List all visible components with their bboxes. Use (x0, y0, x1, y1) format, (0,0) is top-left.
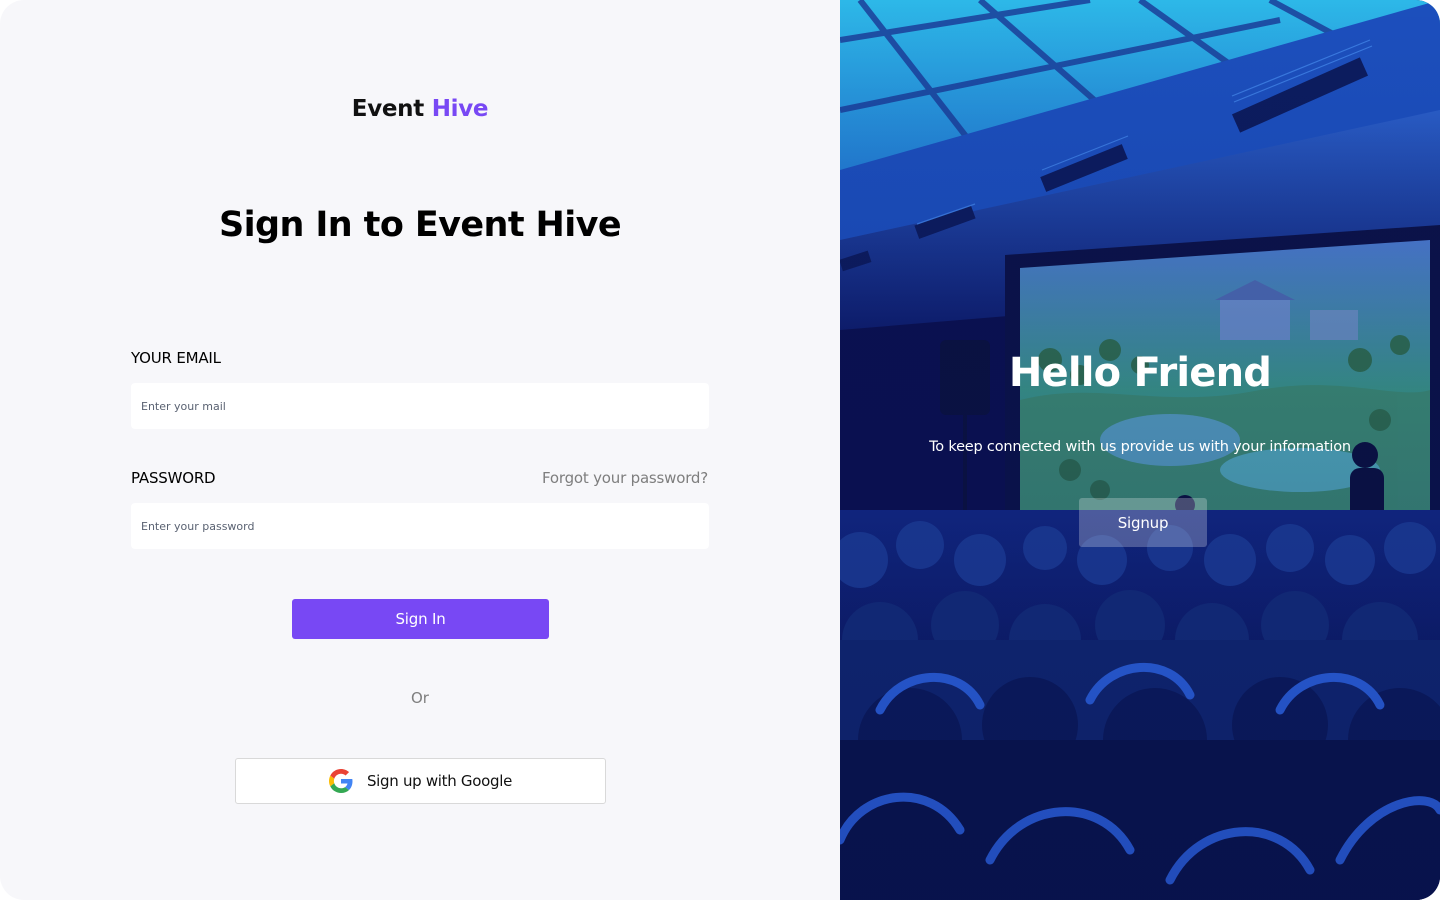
brand-name-part2: Hive (431, 96, 489, 122)
welcome-subtitle: To keep connected with us provide us wit… (929, 439, 1351, 455)
welcome-title: Hello Friend (1008, 350, 1272, 396)
page-title: Sign In to Event Hive (219, 205, 622, 245)
password-field[interactable] (131, 503, 709, 549)
email-field[interactable] (131, 383, 709, 429)
forgot-password-link[interactable]: Forgot your password? (542, 469, 708, 487)
signup-button[interactable]: Signup (1079, 498, 1207, 547)
email-label: YOUR EMAIL (131, 349, 221, 367)
google-icon (328, 769, 353, 793)
brand-logo[interactable]: Event Hive (0, 96, 840, 122)
google-signup-button[interactable]: Sign up with Google (235, 758, 606, 804)
signin-page: Event Hive Sign In to Event Hive YOUR EM… (0, 0, 1440, 900)
brand-name-part1: Event (351, 96, 424, 122)
signin-button[interactable]: Sign In (292, 599, 549, 639)
google-button-label: Sign up with Google (366, 772, 513, 790)
or-divider-text: Or (411, 689, 429, 707)
welcome-panel: Hello Friend To keep connected with us p… (840, 0, 1440, 900)
password-label: PASSWORD (131, 469, 216, 487)
signin-panel: Event Hive Sign In to Event Hive YOUR EM… (0, 0, 840, 900)
